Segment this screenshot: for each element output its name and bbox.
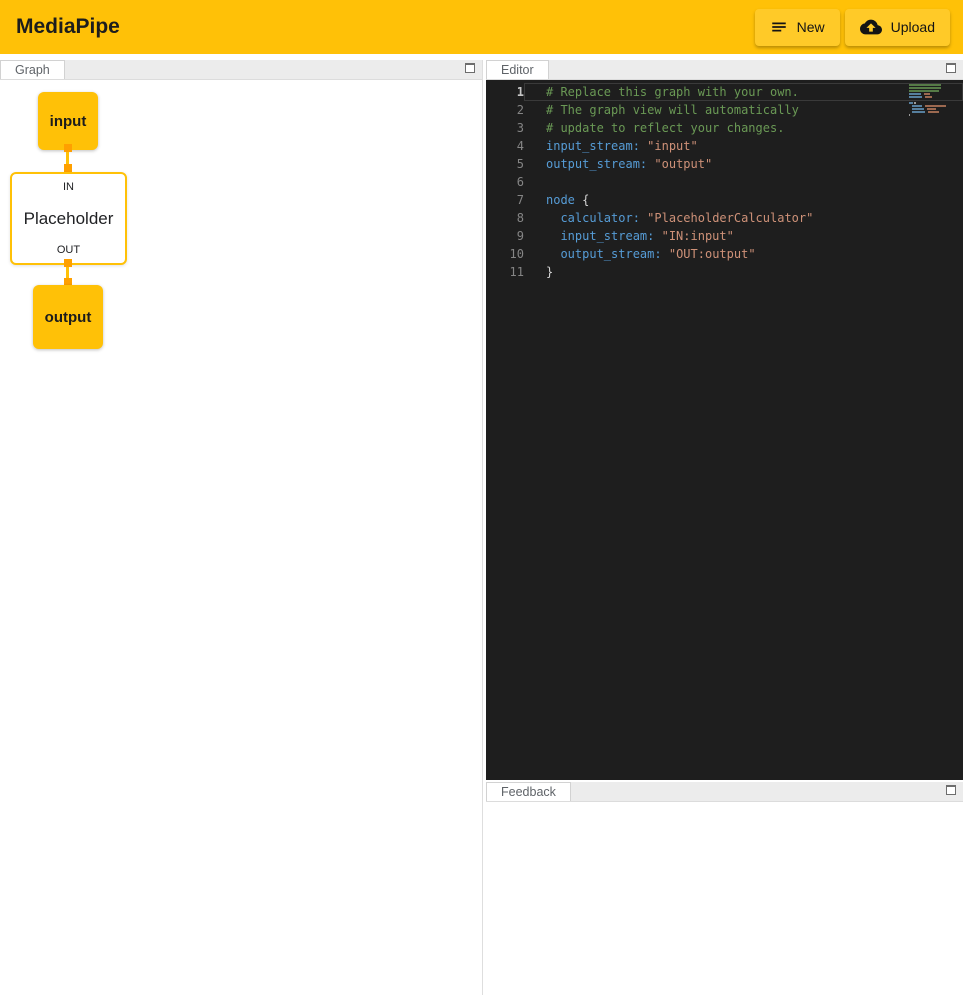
minimap-line [909, 114, 949, 116]
editor-minimap[interactable] [909, 84, 949, 116]
port-square-icon [64, 259, 72, 267]
placeholder-title: Placeholder [24, 209, 114, 229]
tab-graph-label: Graph [15, 63, 50, 77]
minimap-line [909, 84, 949, 86]
code-line-text: calculator: "PlaceholderCalculator" [524, 209, 963, 227]
code-line: 5output_stream: "output" [486, 155, 963, 173]
minimap-line [909, 90, 949, 92]
code-line-text: input_stream: "input" [524, 137, 963, 155]
feedback-panel: Feedback [486, 782, 963, 995]
minimap-line [909, 96, 949, 98]
upload-button[interactable]: Upload [845, 9, 950, 46]
app-header: MediaPipe New Upload [0, 0, 963, 54]
graph-node-placeholder[interactable]: IN Placeholder OUT [10, 172, 127, 265]
tab-editor-label: Editor [501, 63, 534, 77]
code-line-text: # Replace this graph with your own. [524, 83, 963, 101]
code-line-text: output_stream: "OUT:output" [524, 245, 963, 263]
port-square-icon [64, 144, 72, 152]
code-line: 8 calculator: "PlaceholderCalculator" [486, 209, 963, 227]
code-line: 9 input_stream: "IN:input" [486, 227, 963, 245]
graph-panel: Graph input IN Placeholder OUT output [0, 60, 483, 995]
code-line-text: output_stream: "output" [524, 155, 963, 173]
tab-graph[interactable]: Graph [0, 60, 65, 79]
new-button[interactable]: New [755, 9, 840, 46]
code-line: 11} [486, 263, 963, 281]
line-number: 10 [486, 245, 524, 263]
maximize-icon-editor[interactable] [946, 63, 956, 73]
code-line: 4input_stream: "input" [486, 137, 963, 155]
feedback-tab-bar: Feedback [486, 782, 963, 802]
line-number: 9 [486, 227, 524, 245]
code-line: 7node { [486, 191, 963, 209]
minimap-line [909, 93, 949, 95]
code-line: 6 [486, 173, 963, 191]
line-number: 5 [486, 155, 524, 173]
cloud-upload-icon [860, 16, 882, 38]
upload-button-label: Upload [891, 19, 935, 35]
editor-panel: Editor 1# Replace this graph with your o… [486, 60, 963, 780]
minimap-line [909, 99, 949, 101]
feedback-content [486, 802, 963, 995]
minimap-line [909, 102, 949, 104]
app-title: MediaPipe [16, 15, 120, 39]
placeholder-in-port: IN [63, 181, 74, 193]
header-buttons: New Upload [755, 9, 950, 46]
tab-editor[interactable]: Editor [486, 60, 549, 79]
code-line-text: # The graph view will automatically [524, 101, 963, 119]
minimap-line [909, 105, 949, 107]
code-line: 2# The graph view will automatically [486, 101, 963, 119]
code-line: 1# Replace this graph with your own. [486, 83, 963, 101]
port-square-icon [64, 164, 72, 172]
line-number: 7 [486, 191, 524, 209]
graph-tab-bar: Graph [0, 60, 482, 80]
code-line-text [524, 173, 963, 191]
code-editor[interactable]: 1# Replace this graph with your own.2# T… [486, 80, 963, 780]
line-number: 3 [486, 119, 524, 137]
tab-feedback-label: Feedback [501, 785, 556, 799]
line-number: 2 [486, 101, 524, 119]
graph-canvas[interactable]: input IN Placeholder OUT output [0, 80, 482, 995]
new-button-label: New [797, 19, 825, 35]
code-line-text: node { [524, 191, 963, 209]
code-line-text: # update to reflect your changes. [524, 119, 963, 137]
maximize-icon-feedback[interactable] [946, 785, 956, 795]
tab-feedback[interactable]: Feedback [486, 782, 571, 801]
code-line-text: } [524, 263, 963, 281]
line-number: 8 [486, 209, 524, 227]
minimap-line [909, 108, 949, 110]
line-number: 4 [486, 137, 524, 155]
graph-node-output[interactable]: output [33, 285, 103, 349]
code-line-text: input_stream: "IN:input" [524, 227, 963, 245]
minimap-line [909, 111, 949, 113]
menu-lines-icon [770, 18, 788, 36]
line-number: 1 [486, 83, 524, 101]
placeholder-out-port: OUT [57, 244, 80, 256]
code-line: 3# update to reflect your changes. [486, 119, 963, 137]
line-number: 6 [486, 173, 524, 191]
editor-lines[interactable]: 1# Replace this graph with your own.2# T… [486, 80, 963, 281]
minimap-line [909, 87, 949, 89]
line-number: 11 [486, 263, 524, 281]
maximize-icon-graph[interactable] [465, 63, 475, 73]
code-line: 10 output_stream: "OUT:output" [486, 245, 963, 263]
graph-node-input[interactable]: input [38, 92, 98, 150]
editor-tab-bar: Editor [486, 60, 963, 80]
